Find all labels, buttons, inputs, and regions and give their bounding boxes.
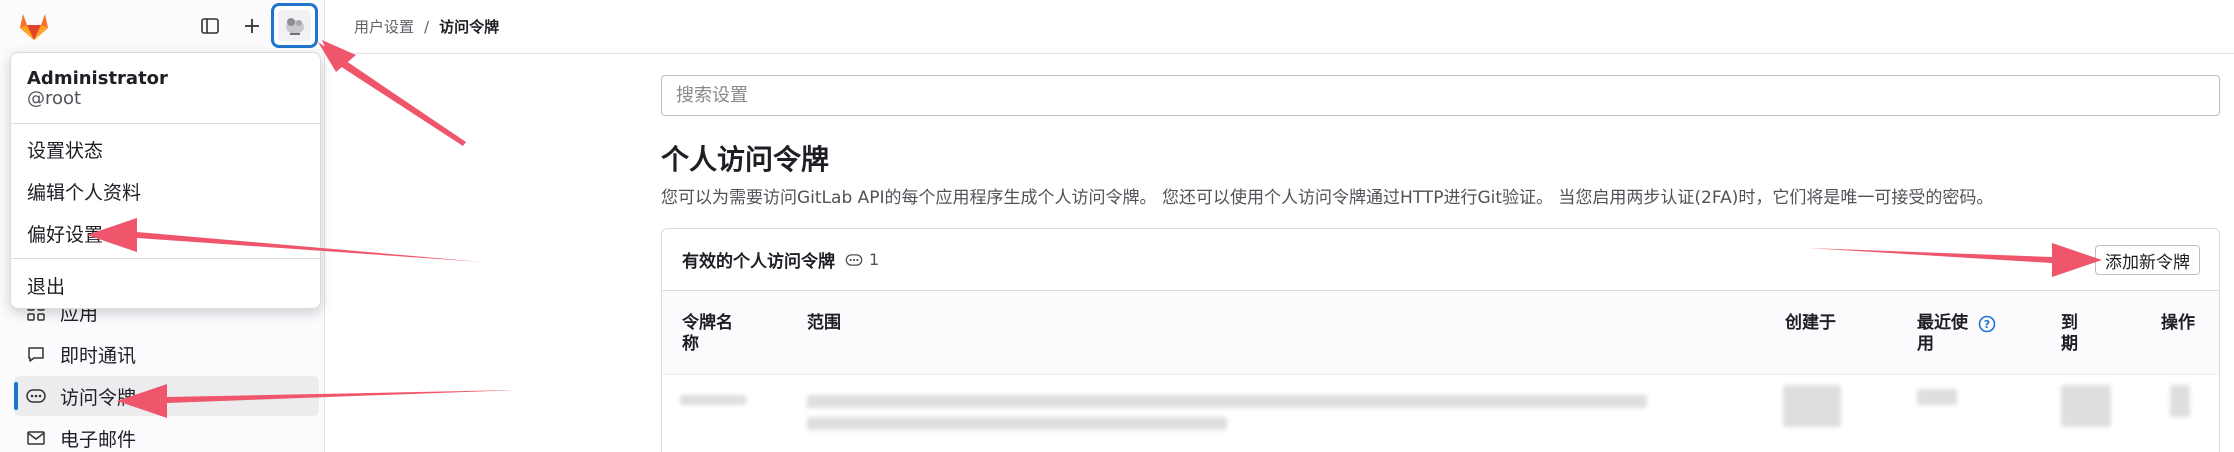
user-display-name: Administrator — [27, 68, 168, 89]
redacted-created-date — [1783, 385, 1841, 427]
breadcrumb-separator: / — [424, 17, 430, 36]
page-description: 您可以为需要访问GitLab API的每个应用程序生成个人访问令牌。 您还可以使… — [661, 188, 1994, 208]
card-title: 有效的个人访问令牌 — [682, 252, 835, 272]
set-status-menu-item[interactable]: 设置状态 — [27, 136, 103, 163]
breadcrumb-user-settings-link[interactable]: 用户设置 — [354, 16, 414, 37]
plus-icon — [245, 19, 259, 33]
search-settings-input[interactable] — [661, 75, 2220, 116]
token-icon — [845, 253, 863, 266]
sidebar-toggle-button[interactable] — [192, 8, 228, 44]
comment-icon — [26, 344, 46, 364]
breadcrumb: 用户设置 / 访问令牌 — [326, 0, 2234, 54]
create-new-button[interactable] — [234, 8, 270, 44]
redacted-token-name — [680, 395, 746, 405]
redacted-scopes — [807, 395, 1647, 408]
user-menu-dropdown: Administrator @root 设置状态 编辑个人资料 偏好设置 退出 — [10, 52, 321, 309]
edit-profile-menu-item[interactable]: 编辑个人资料 — [27, 178, 141, 205]
user-username: @root — [27, 88, 82, 109]
card-header: 有效的个人访问令牌 1 添加新令牌 — [662, 229, 2219, 291]
table-header: 令牌名 称 范围 创建于 最近使 ? 用 到 期 操作 — [662, 291, 2219, 375]
mail-icon — [26, 428, 46, 448]
sidebar-toggle-icon — [201, 18, 219, 34]
active-tokens-card: 有效的个人访问令牌 1 添加新令牌 令牌名 称 范围 创建于 最近使 ? 用 到… — [661, 228, 2220, 452]
redacted-last-used — [1917, 389, 1957, 405]
breadcrumb-current: 访问令牌 — [439, 18, 500, 36]
sidebar-item-chat[interactable]: 即时通讯 — [14, 334, 319, 374]
sidebar-item-emails[interactable]: 电子邮件 — [14, 418, 319, 452]
column-header-expires[interactable]: 到 期 — [2061, 313, 2078, 355]
gitlab-logo-icon[interactable] — [16, 8, 52, 44]
token-count-badge: 1 — [845, 250, 879, 269]
svg-text:?: ? — [1984, 318, 1990, 331]
token-icon — [26, 386, 46, 406]
column-header-actions: 操作 — [2161, 313, 2195, 333]
column-header-last-used[interactable]: 最近使 ? 用 — [1917, 313, 1996, 355]
sign-out-menu-item[interactable]: 退出 — [27, 272, 65, 299]
preferences-menu-item[interactable]: 偏好设置 — [27, 220, 103, 247]
token-count: 1 — [869, 250, 880, 269]
arrow-to-avatar — [318, 42, 466, 146]
column-header-scopes: 范围 — [807, 313, 841, 333]
add-new-token-button[interactable]: 添加新令牌 — [2095, 245, 2200, 275]
sidebar-item-access-tokens[interactable]: 访问令牌 — [14, 376, 319, 416]
divider — [11, 123, 320, 124]
avatar — [278, 10, 311, 41]
revoke-token-button[interactable] — [2170, 385, 2190, 417]
redacted-expires — [2061, 385, 2111, 427]
sidebar-item-label: 访问令牌 — [60, 386, 137, 409]
help-icon[interactable]: ? — [1978, 315, 1996, 333]
column-header-created[interactable]: 创建于 — [1785, 313, 1836, 334]
column-header-token-name[interactable]: 令牌名 称 — [682, 313, 733, 355]
sidebar-item-label: 电子邮件 — [60, 428, 137, 451]
user-avatar-button[interactable] — [271, 3, 318, 48]
page-title: 个人访问令牌 — [661, 143, 830, 176]
sidebar-item-label: 即时通讯 — [60, 344, 137, 367]
divider — [11, 258, 320, 259]
redacted-scopes — [807, 417, 1227, 430]
table-row — [662, 375, 2219, 452]
